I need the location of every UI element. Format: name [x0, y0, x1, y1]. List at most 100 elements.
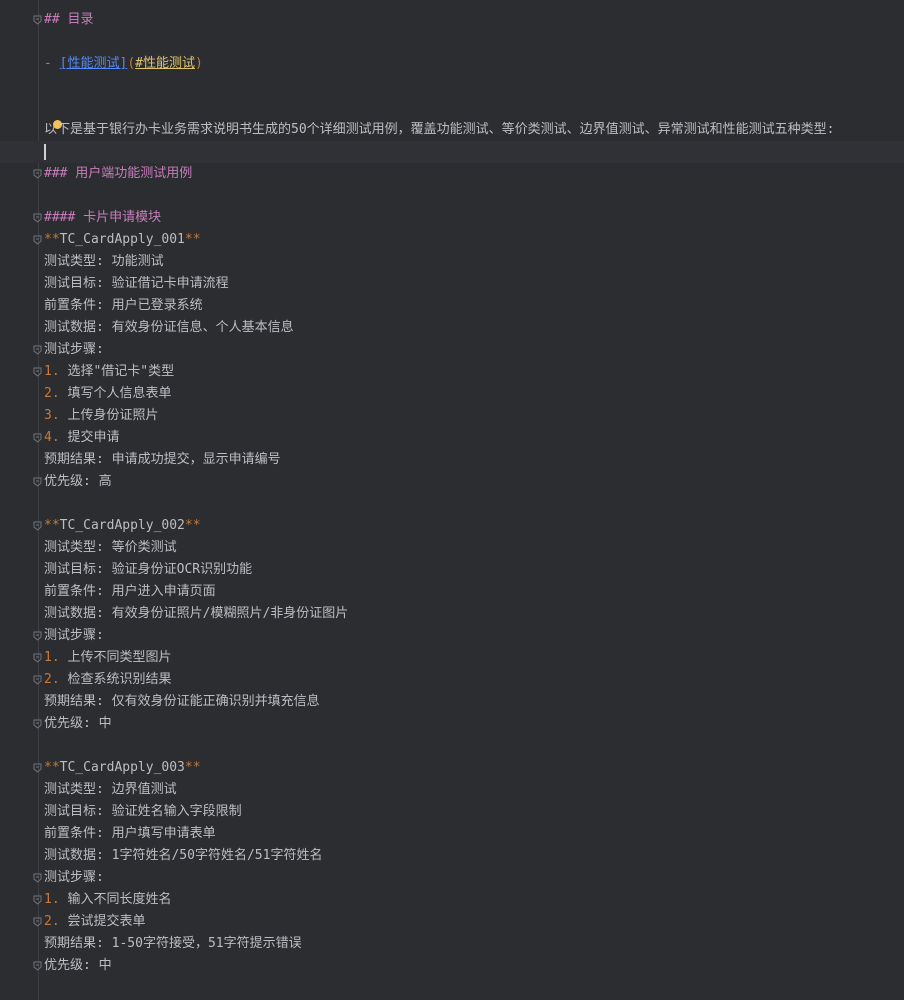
bold-marker: ** — [44, 232, 60, 247]
intro-text: 以下是基于银行办卡业务需求说明书生成的50个详细测试用例，覆盖功能测试、等价类测… — [44, 122, 835, 137]
fold-marker-icon[interactable] — [33, 873, 42, 883]
case-goal-text: 测试目标: 验证姓名输入字段限制 — [44, 801, 242, 823]
case-type[interactable]: 测试类型: 边界值测试 — [0, 779, 904, 801]
case-expected-text: 预期结果: 1-50字符接受，51字符提示错误 — [44, 936, 302, 951]
bold-marker: ** — [44, 760, 60, 775]
step-number: 2. — [44, 914, 60, 929]
case-id: TC_CardApply_002 — [59, 518, 185, 533]
case-priority-text: 优先级: 中 — [44, 955, 112, 977]
fold-marker-icon[interactable] — [33, 653, 42, 663]
case-data[interactable]: 测试数据: 有效身份证照片/模糊照片/非身份证图片 — [0, 603, 904, 625]
case-data-text: 测试数据: 有效身份证照片/模糊照片/非身份证图片 — [44, 603, 348, 625]
list-dash: - — [44, 56, 60, 71]
case-id-line[interactable]: **TC_CardApply_001** — [0, 229, 904, 251]
case-expected[interactable]: 预期结果: 1-50字符接受，51字符提示错误 — [0, 933, 904, 955]
case-type[interactable]: 测试类型: 功能测试 — [0, 251, 904, 273]
case-step[interactable]: 2. 检查系统识别结果 — [0, 669, 904, 691]
case-step[interactable]: 3. 上传身份证照片 — [0, 405, 904, 427]
bold-marker: ** — [44, 518, 60, 533]
section-heading[interactable]: ### 用户端功能测试用例 — [0, 163, 904, 185]
fold-marker-icon[interactable] — [33, 521, 42, 531]
case-id: TC_CardApply_003 — [59, 760, 185, 775]
toc-heading[interactable]: ## 目录 — [0, 9, 904, 31]
toc-link[interactable]: [性能测试] — [60, 56, 128, 71]
case-type-text: 测试类型: 功能测试 — [44, 254, 164, 269]
case-expected-text: 预期结果: 1-50字符接受，51字符提示错误 — [44, 933, 302, 955]
toc-item[interactable]: - [性能测试](#性能测试) — [0, 53, 904, 75]
case-id-line[interactable]: **TC_CardApply_002** — [0, 515, 904, 537]
bold-marker: ** — [184, 232, 201, 247]
case-priority[interactable]: 优先级: 中 — [0, 713, 904, 735]
step-text: 上传不同类型图片 — [67, 650, 172, 665]
toc-link-url[interactable]: #性能测试 — [135, 56, 195, 71]
case-step[interactable]: 1. 上传不同类型图片 — [0, 647, 904, 669]
case-type-text: 测试类型: 等价类测试 — [44, 540, 177, 555]
case-steps-label[interactable]: 测试步骤: — [0, 339, 904, 361]
link-paren-open: ( — [127, 56, 136, 71]
fold-marker-icon[interactable] — [33, 169, 42, 179]
fold-marker-icon[interactable] — [33, 477, 42, 487]
fold-marker-icon[interactable] — [33, 213, 42, 223]
case-type-text: 测试类型: 功能测试 — [44, 251, 164, 273]
case-steps-label[interactable]: 测试步骤: — [0, 867, 904, 889]
fold-marker-icon[interactable] — [33, 367, 42, 377]
step-text: 选择"借记卡"类型 — [67, 364, 175, 379]
current-line[interactable] — [0, 141, 904, 163]
case-goal-text: 测试目标: 验证借记卡申请流程 — [44, 273, 229, 295]
case-type[interactable]: 测试类型: 等价类测试 — [0, 537, 904, 559]
case-expected[interactable]: 预期结果: 仅有效身份证能正确识别并填充信息 — [0, 691, 904, 713]
case-precondition[interactable]: 前置条件: 用户进入申请页面 — [0, 581, 904, 603]
case-goal-text: 测试目标: 验证借记卡申请流程 — [44, 276, 229, 291]
intention-bulb-icon[interactable] — [53, 120, 62, 129]
intro-paragraph[interactable]: 以下是基于银行办卡业务需求说明书生成的50个详细测试用例，覆盖功能测试、等价类测… — [0, 119, 904, 141]
step-number: 1. — [44, 650, 60, 665]
case-id-line[interactable]: **TC_CardApply_003** — [0, 757, 904, 779]
case-goal[interactable]: 测试目标: 验证借记卡申请流程 — [0, 273, 904, 295]
case-step[interactable]: 1. 输入不同长度姓名 — [0, 889, 904, 911]
case-priority[interactable]: 优先级: 中 — [0, 955, 904, 977]
case-id-line-text: **TC_CardApply_002** — [44, 515, 201, 537]
case-precondition[interactable]: 前置条件: 用户已登录系统 — [0, 295, 904, 317]
case-goal[interactable]: 测试目标: 验证身份证OCR识别功能 — [0, 559, 904, 581]
fold-marker-icon[interactable] — [33, 895, 42, 905]
case-expected[interactable]: 预期结果: 申请成功提交，显示申请编号 — [0, 449, 904, 471]
fold-marker-icon[interactable] — [33, 961, 42, 971]
case-step[interactable]: 4. 提交申请 — [0, 427, 904, 449]
fold-marker-icon[interactable] — [33, 917, 42, 927]
case-data-text: 测试数据: 1字符姓名/50字符姓名/51字符姓名 — [44, 845, 322, 867]
case-goal[interactable]: 测试目标: 验证姓名输入字段限制 — [0, 801, 904, 823]
fold-marker-icon[interactable] — [33, 763, 42, 773]
step-number: 3. — [44, 408, 60, 423]
step-number: 1. — [44, 364, 60, 379]
case-id: TC_CardApply_001 — [59, 232, 185, 247]
case-id-line-text: **TC_CardApply_003** — [44, 757, 201, 779]
case-step[interactable]: 2. 填写个人信息表单 — [0, 383, 904, 405]
case-priority-text: 优先级: 中 — [44, 713, 112, 735]
case-data-text: 测试数据: 1字符姓名/50字符姓名/51字符姓名 — [44, 848, 323, 863]
fold-marker-icon[interactable] — [33, 15, 42, 25]
case-priority[interactable]: 优先级: 高 — [0, 471, 904, 493]
fold-marker-icon[interactable] — [33, 675, 42, 685]
case-priority-text: 优先级: 高 — [44, 471, 112, 493]
fold-marker-icon[interactable] — [33, 235, 42, 245]
case-step-text: 1. 上传不同类型图片 — [44, 647, 172, 669]
markdown-editor[interactable]: ## 目录 - [性能测试](#性能测试) 以下是基于银行办卡业务需求说明书生成的5… — [0, 0, 904, 1000]
case-data[interactable]: 测试数据: 有效身份证信息、个人基本信息 — [0, 317, 904, 339]
fold-marker-icon[interactable] — [33, 345, 42, 355]
module-heading[interactable]: #### 卡片申请模块 — [0, 207, 904, 229]
fold-marker-icon[interactable] — [33, 719, 42, 729]
case-goal-text: 测试目标: 验证身份证OCR识别功能 — [44, 559, 252, 581]
case-precondition-text: 前置条件: 用户进入申请页面 — [44, 581, 216, 603]
step-text: 上传身份证照片 — [67, 408, 159, 423]
case-precondition[interactable]: 前置条件: 用户填写申请表单 — [0, 823, 904, 845]
case-step[interactable]: 1. 选择"借记卡"类型 — [0, 361, 904, 383]
case-step-text: 4. 提交申请 — [44, 427, 120, 449]
case-step[interactable]: 2. 尝试提交表单 — [0, 911, 904, 933]
case-steps-label[interactable]: 测试步骤: — [0, 625, 904, 647]
fold-marker-icon[interactable] — [33, 433, 42, 443]
case-data[interactable]: 测试数据: 1字符姓名/50字符姓名/51字符姓名 — [0, 845, 904, 867]
fold-marker-icon[interactable] — [33, 631, 42, 641]
steps-label-text: 测试步骤: — [44, 628, 104, 643]
step-text: 检查系统识别结果 — [67, 672, 172, 687]
step-text: 输入不同长度姓名 — [67, 892, 172, 907]
